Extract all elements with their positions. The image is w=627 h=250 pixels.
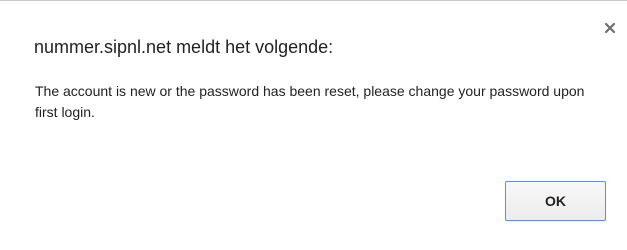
close-icon[interactable] [603,21,617,35]
alert-dialog: nummer.sipnl.net meldt het volgende: The… [0,0,627,250]
ok-button[interactable]: OK [505,181,606,221]
dialog-message: The account is new or the password has b… [35,83,585,120]
dialog-title: nummer.sipnl.net meldt het volgende: [34,37,334,57]
